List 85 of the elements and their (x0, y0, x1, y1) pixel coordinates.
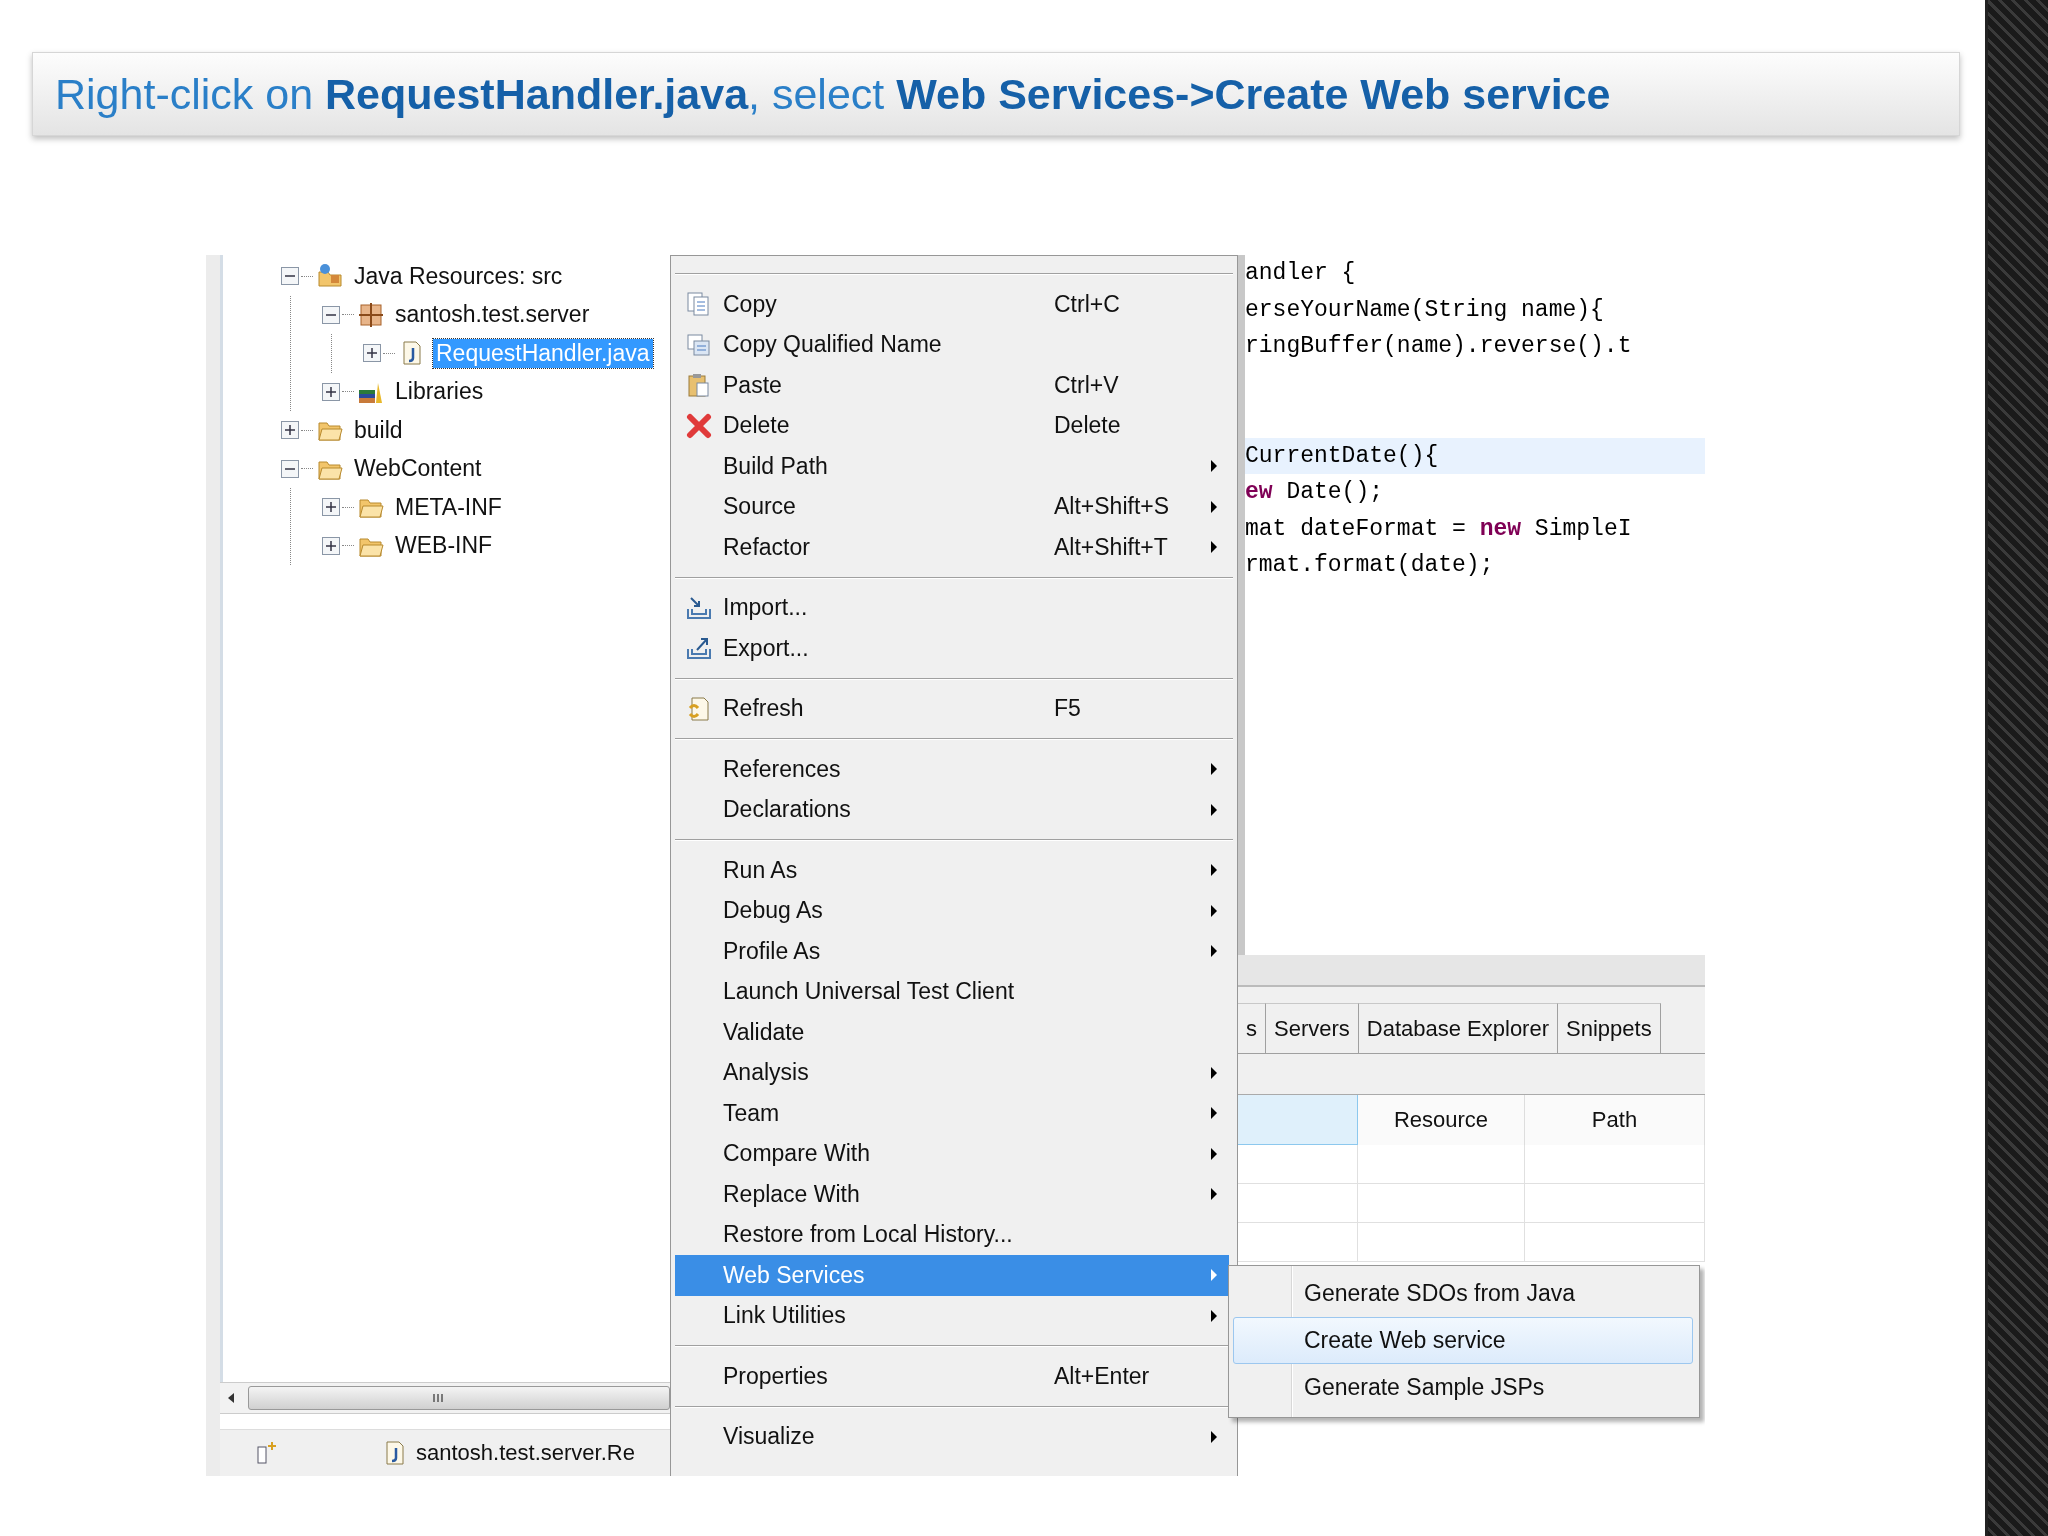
menu-item[interactable]: Paste Ctrl+V (675, 365, 1229, 406)
folder-icon (317, 263, 343, 290)
menu-item[interactable]: Build Path (675, 446, 1229, 487)
menu-item[interactable]: Link Utilities (675, 1295, 1229, 1336)
submenu-arrow-icon (1210, 903, 1218, 918)
menu-item[interactable]: Visualize (675, 1416, 1229, 1457)
tree-item[interactable]: WEB-INF (392, 531, 496, 561)
submenu-arrow-icon (1210, 1268, 1218, 1283)
menu-item[interactable]: Refactor Alt+Shift+T (675, 527, 1229, 568)
tree-item[interactable]: WebContent (351, 454, 485, 484)
expand-toggle[interactable] (322, 536, 340, 555)
tree-item[interactable]: build (351, 415, 406, 445)
copy-icon (686, 291, 712, 318)
delete-icon (686, 412, 712, 439)
export-icon (686, 635, 712, 662)
submenu-arrow-icon (1210, 1429, 1218, 1444)
menu-item[interactable]: Source Alt+Shift+S (675, 486, 1229, 527)
tree-item[interactable]: Libraries (392, 377, 487, 407)
menu-item[interactable]: Launch Universal Test Client (675, 971, 1229, 1012)
submenu-arrow-icon (1210, 459, 1218, 474)
submenu-arrow-icon (1210, 499, 1218, 514)
submenu-arrow-icon (1210, 863, 1218, 878)
code-line: CurrentDate(){ (1245, 442, 1439, 469)
submenu-arrow-icon (1210, 1065, 1218, 1080)
menu-item[interactable]: Analysis (675, 1052, 1229, 1093)
clipboard-icon (686, 372, 712, 399)
menu-item[interactable]: Debug As (675, 890, 1229, 931)
menu-item[interactable]: Team (675, 1093, 1229, 1134)
refresh-icon (686, 695, 712, 722)
code-line: rmat.format(date); (1245, 552, 1494, 579)
submenu-arrow-icon (1210, 762, 1218, 777)
collapse-toggle[interactable] (281, 267, 299, 286)
expand-toggle[interactable] (322, 498, 340, 517)
menu-item[interactable]: Declarations (675, 789, 1229, 830)
view-tab[interactable]: Servers (1266, 1003, 1359, 1053)
copy-icon (686, 331, 712, 358)
menu-item[interactable]: Import... (675, 587, 1229, 628)
tree-item[interactable]: META-INF (392, 492, 505, 522)
menu-item[interactable]: Delete Delete (675, 405, 1229, 446)
column-header[interactable]: Path (1525, 1095, 1705, 1145)
code-line: erseYourName(String name){ (1245, 296, 1604, 323)
expand-toggle[interactable] (322, 382, 340, 401)
menu-item[interactable]: Restore from Local History... (675, 1214, 1229, 1255)
submenu-arrow-icon (1210, 944, 1218, 959)
menu-item[interactable]: Generate SDOs from Java (1233, 1270, 1693, 1317)
menu-item[interactable]: References (675, 749, 1229, 790)
submenu-arrow-icon (1210, 1308, 1218, 1323)
collapse-toggle[interactable] (281, 459, 299, 478)
code-line: mat dateFormat = new SimpleI (1245, 515, 1632, 542)
menu-item[interactable]: Run As (675, 850, 1229, 891)
import-icon (686, 594, 712, 621)
status-text: santosh.test.server.Re (416, 1440, 635, 1466)
menu-item[interactable]: Compare With (675, 1133, 1229, 1174)
code-line: ew Date(); (1245, 479, 1384, 506)
view-tab[interactable]: Database Explorer (1358, 1003, 1558, 1053)
package-icon (358, 301, 384, 328)
submenu-arrow-icon (1210, 1106, 1218, 1121)
collapse-toggle[interactable] (322, 305, 340, 324)
menu-item[interactable]: Refresh F5 (675, 688, 1229, 729)
expand-toggle[interactable] (281, 421, 299, 440)
menu-item[interactable]: Replace With (675, 1174, 1229, 1215)
menu-item[interactable]: Properties Alt+Enter (675, 1356, 1229, 1397)
menu-item[interactable]: Copy Qualified Name (675, 324, 1229, 365)
expand-toggle[interactable] (363, 344, 381, 363)
tree-item[interactable]: santosh.test.server (392, 300, 593, 330)
menu-item[interactable]: Export... (675, 628, 1229, 669)
horizontal-scrollbar[interactable] (220, 1382, 670, 1414)
menu-item[interactable]: Generate Sample JSPs (1233, 1364, 1693, 1411)
view-tab[interactable]: s (1238, 1003, 1266, 1053)
menu-item[interactable]: Validate (675, 1012, 1229, 1053)
column-header[interactable]: Resource (1358, 1095, 1525, 1145)
code-line: ringBuffer(name).reverse().t (1245, 333, 1632, 360)
menu-item[interactable]: Copy Ctrl+C (675, 284, 1229, 325)
submenu-arrow-icon (1210, 802, 1218, 817)
slide-title: Right-click on RequestHandler.java, select Web Services->Create Web service (32, 52, 1960, 136)
grip-icon (432, 1392, 446, 1404)
view-tab[interactable]: Snippets (1558, 1003, 1661, 1053)
tree-item[interactable]: Java Resources: src (351, 261, 566, 291)
code-line: andler { (1245, 260, 1356, 287)
submenu-arrow-icon (1210, 1146, 1218, 1161)
menu-item[interactable]: Profile As (675, 931, 1229, 972)
scrollbar-thumb[interactable] (248, 1386, 670, 1410)
menu-item[interactable]: Create Web service (1233, 1317, 1693, 1364)
submenu-arrow-icon (1210, 1187, 1218, 1202)
submenu-arrow-icon (1210, 540, 1218, 555)
